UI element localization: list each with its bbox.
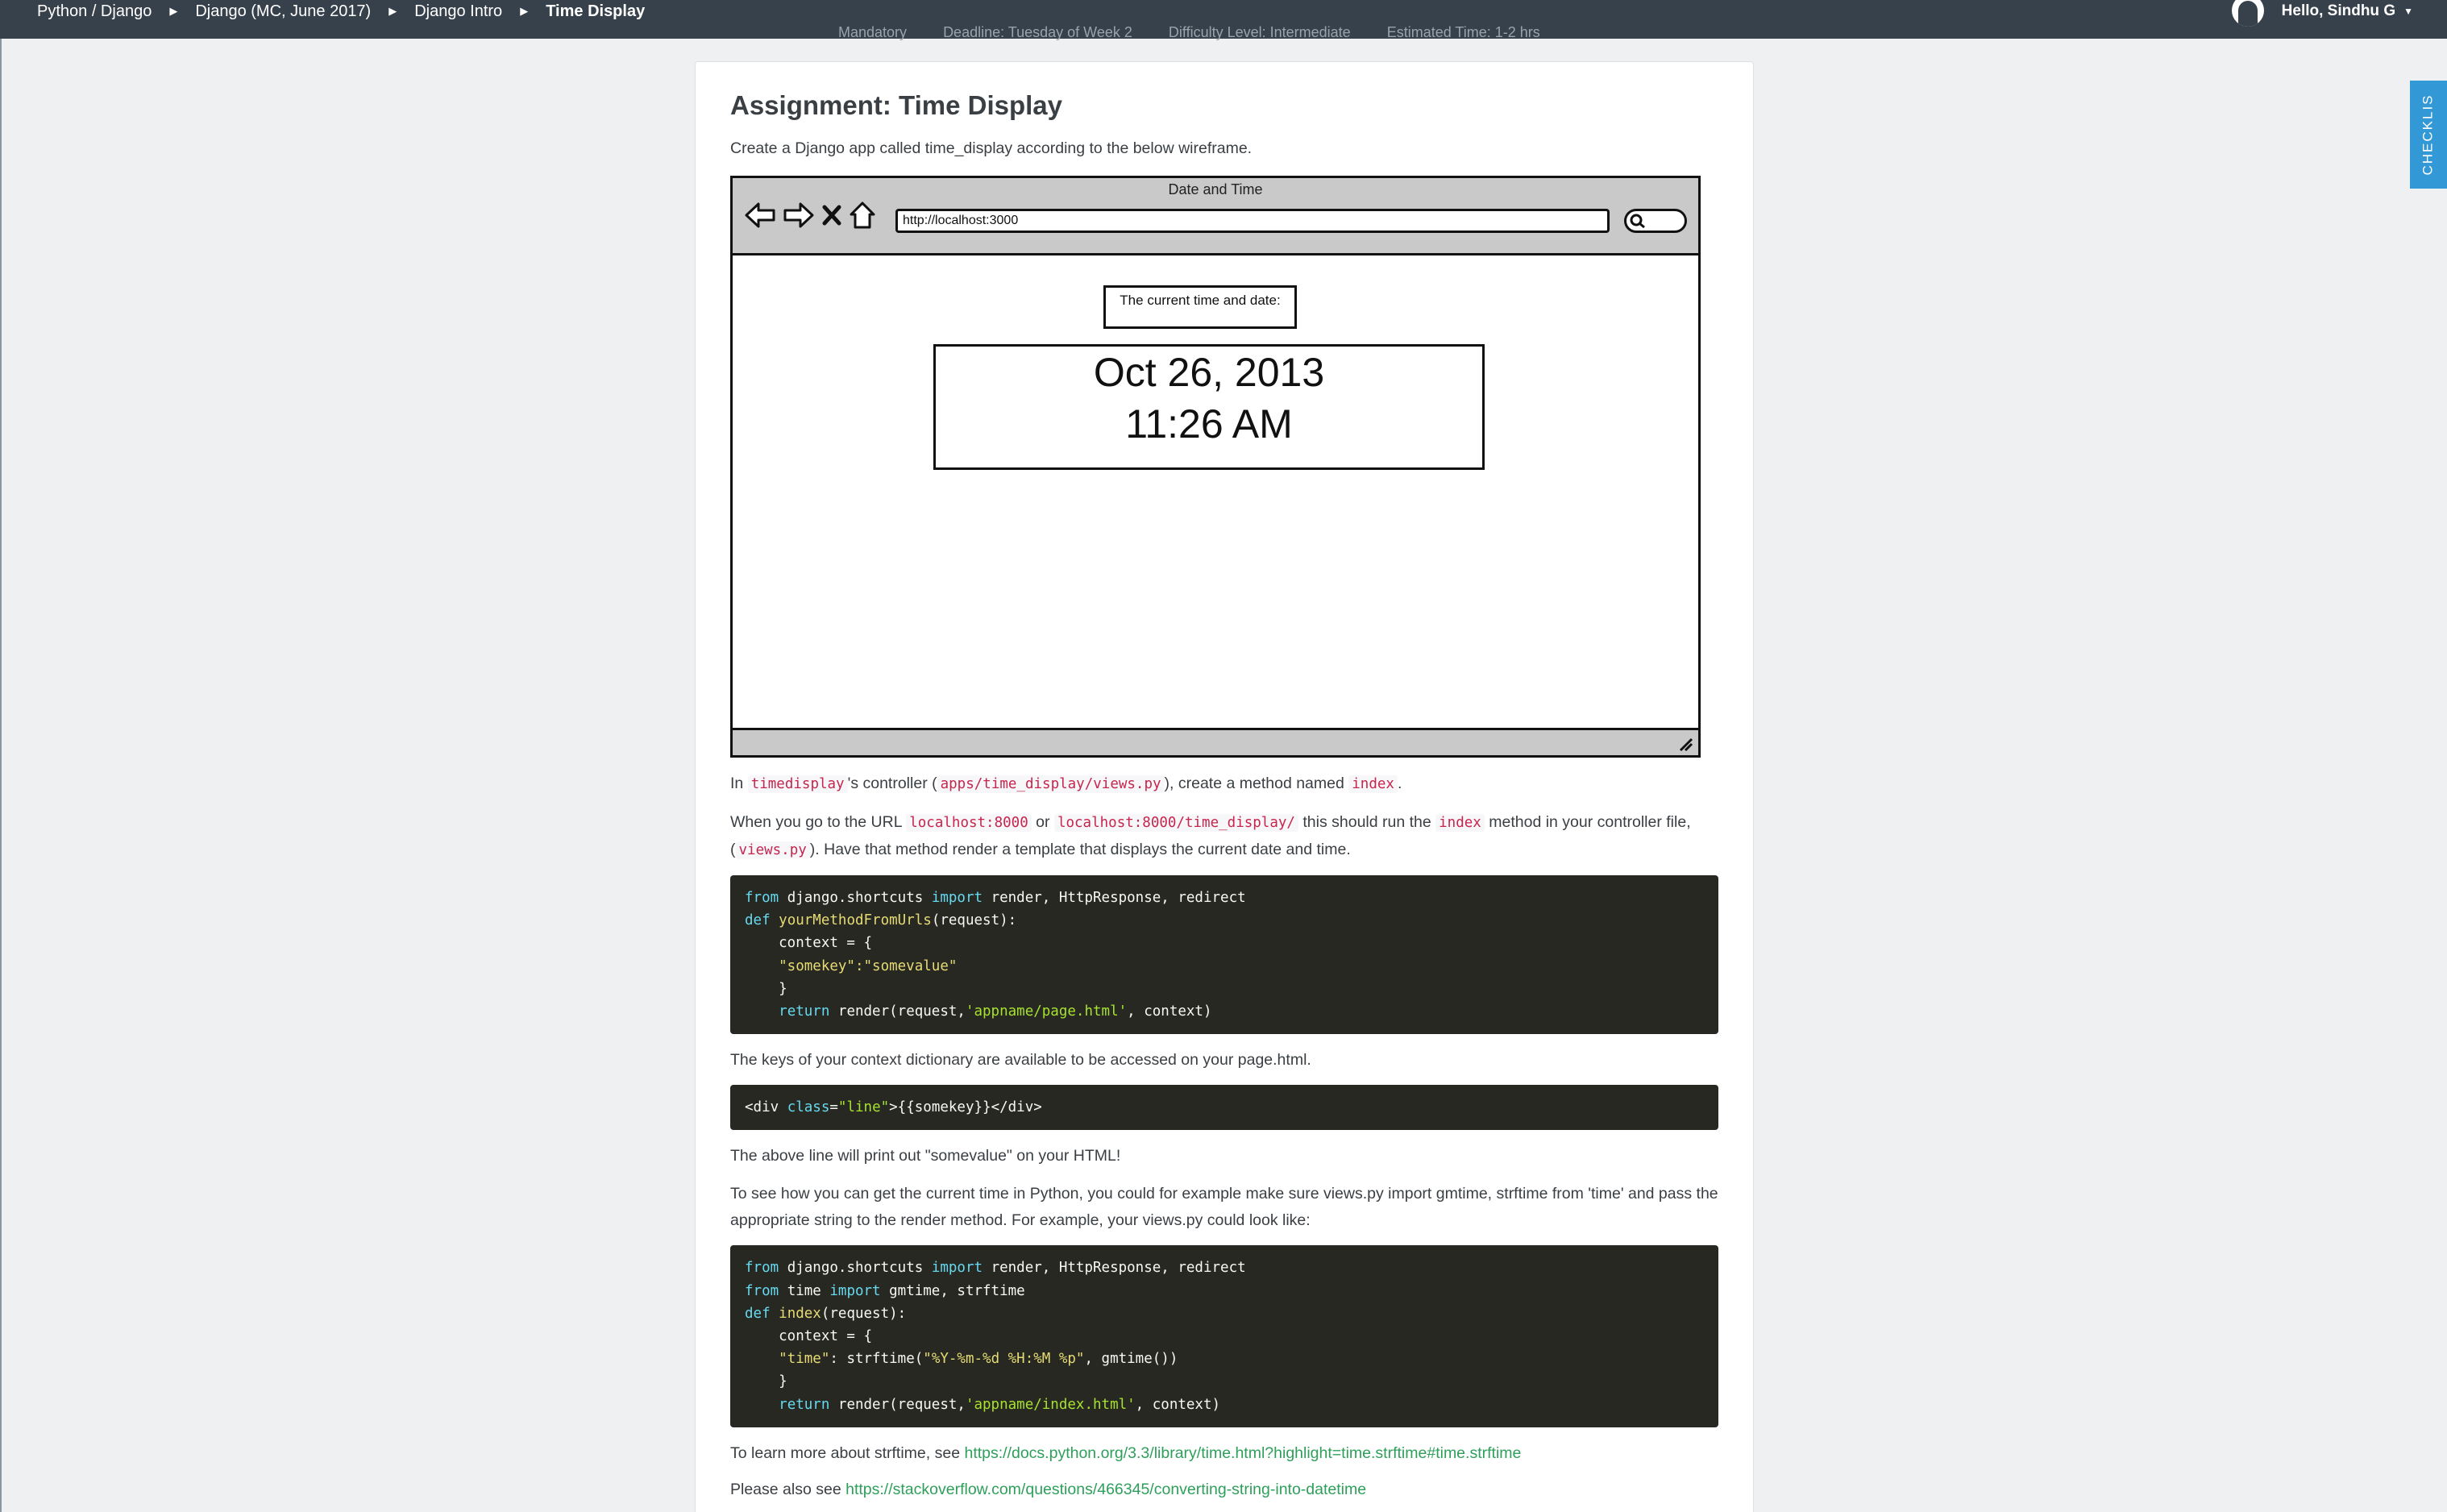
instruction-url: When you go to the URL localhost:8000 or…	[730, 813, 1691, 859]
code-localhost-time-display: localhost:8000/time_display/	[1053, 814, 1298, 832]
assignment-intro: Create a Django app called time_display …	[730, 139, 1253, 157]
wireframe-time-label: The current time and date:	[1103, 285, 1297, 329]
code-block-template: <div class="line">{{somekey}}</div>	[730, 1085, 1718, 1131]
close-icon	[822, 205, 841, 226]
wireframe-url-bar: http://localhost:3000	[895, 209, 1610, 233]
user-greeting[interactable]: Hello, Sindhu G	[2282, 2, 2395, 20]
breadcrumb-current: Time Display	[546, 2, 646, 20]
page-title: Assignment: Time Display	[730, 90, 1063, 120]
wireframe-browser-chrome: Date and Time http://localhost:3000	[733, 178, 1698, 255]
wireframe-image: Date and Time http://localhost:3000 The …	[730, 176, 1701, 758]
strftime-docs-link[interactable]: https://docs.python.org/3.3/library/time…	[964, 1444, 1521, 1462]
chevron-down-icon[interactable]: ▼	[2403, 6, 2413, 17]
breadcrumb-django-intro[interactable]: Django Intro	[414, 2, 502, 21]
page-left-border	[0, 39, 2, 1512]
wireframe-nav-buttons	[744, 201, 883, 230]
wireframe-time: 11:26 AM	[1125, 401, 1293, 447]
meta-deadline: Deadline: Tuesday of Week 2	[943, 26, 1132, 40]
user-menu[interactable]: Hello, Sindhu G ▼	[2231, 0, 2413, 27]
code-block-views-example: from django.shortcuts import render, Htt…	[730, 1245, 1718, 1427]
strftime-docs-note: To learn more about strftime, see https:…	[730, 1443, 1522, 1462]
output-note: The above line will print out "somevalue…	[730, 1147, 1121, 1165]
breadcrumb-separator-icon: ▶	[388, 5, 397, 17]
assignment-content: Assignment: Time Display Create a Django…	[730, 90, 1718, 1503]
search-icon	[1630, 214, 1645, 229]
wireframe-window-title: Date and Time	[1168, 181, 1263, 197]
code-timedisplay: timedisplay	[747, 775, 848, 793]
strftime-instruction: To see how you can get the current time …	[730, 1185, 1718, 1230]
meta-difficulty: Difficulty Level: Intermediate	[1168, 26, 1351, 40]
wireframe-date-box: Oct 26, 2013 11:26 AM	[933, 344, 1485, 470]
back-arrow-icon	[745, 202, 775, 228]
home-icon	[850, 201, 875, 229]
assignment-meta: Mandatory Deadline: Tuesday of Week 2 Di…	[838, 26, 1572, 40]
avatar[interactable]	[2231, 0, 2264, 27]
wireframe-search-box	[1624, 209, 1687, 233]
checklist-tab-label: CHECKLIS	[2420, 93, 2436, 176]
checklist-tab[interactable]: CHECKLIS	[2410, 81, 2447, 189]
breadcrumb-separator-icon: ▶	[169, 5, 178, 17]
instruction-controller: In timedisplay's controller (apps/time_d…	[730, 775, 1402, 793]
code-index: index	[1348, 775, 1398, 793]
wireframe-date: Oct 26, 2013	[1093, 350, 1325, 395]
meta-mandatory: Mandatory	[838, 26, 908, 40]
meta-estimated-time: Estimated Time: 1-2 hrs	[1386, 26, 1540, 40]
breadcrumb-python-django[interactable]: Python / Django	[37, 2, 152, 21]
stackoverflow-link[interactable]: https://stackoverflow.com/questions/4663…	[845, 1481, 1366, 1498]
code-block-example-view: from django.shortcuts import render, Htt…	[730, 875, 1718, 1035]
resize-handle-icon	[1679, 737, 1693, 752]
code-localhost: localhost:8000	[906, 814, 1032, 832]
breadcrumb-separator-icon: ▶	[520, 5, 529, 17]
code-views-py: views.py	[735, 841, 810, 859]
context-note: The keys of your context dictionary are …	[730, 1051, 1311, 1070]
breadcrumb: Python / Django ▶ Django (MC, June 2017)…	[37, 2, 645, 21]
code-views-path: apps/time_display/views.py	[937, 775, 1165, 793]
code-index-method: index	[1435, 814, 1485, 832]
forward-arrow-icon	[783, 202, 814, 228]
wireframe-status-bar	[733, 728, 1698, 755]
breadcrumb-django-course[interactable]: Django (MC, June 2017)	[195, 2, 371, 21]
stackoverflow-note: Please also see https://stackoverflow.co…	[730, 1480, 1367, 1498]
